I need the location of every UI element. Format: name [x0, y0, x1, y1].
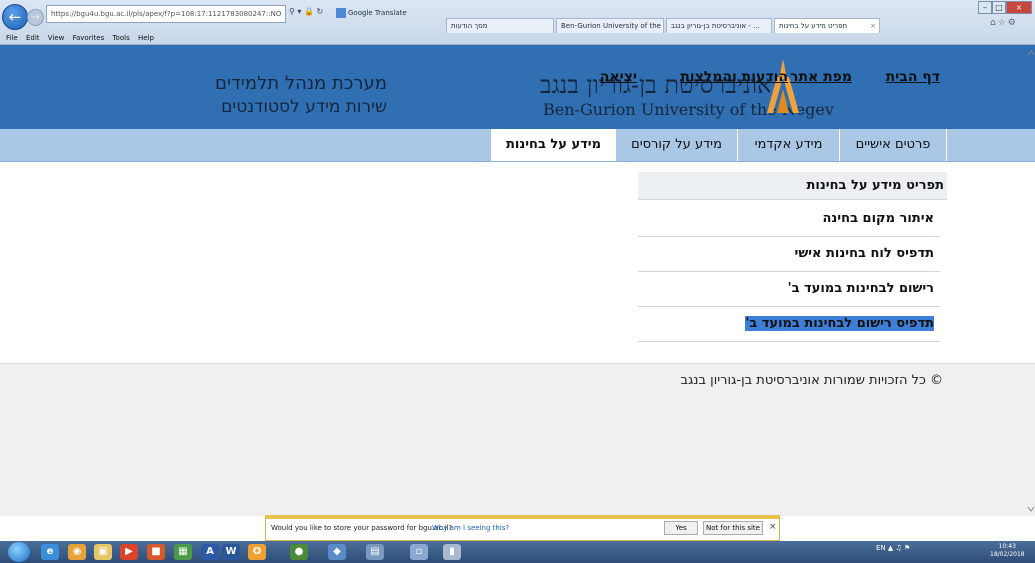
chat-app-icon[interactable]: ● — [290, 544, 308, 560]
exam-menu-title: תפריט מידע על בחינות — [806, 178, 944, 193]
volume-icon[interactable]: ♫ — [896, 544, 902, 552]
password-save-bar: Would you like to store your password fo… — [265, 515, 780, 541]
forward-arrow-icon[interactable]: → — [27, 9, 44, 26]
media-player-icon[interactable]: ▶ — [120, 544, 138, 560]
scroll-up-icon[interactable] — [1027, 50, 1035, 56]
menu-item-label: איתור מקום בחינה — [822, 211, 934, 226]
browser-tab-label: מסך הודעות — [451, 22, 488, 30]
browser-tab-messages[interactable]: מסך הודעות — [446, 18, 554, 33]
start-button-icon[interactable] — [8, 542, 30, 562]
google-translate-tab[interactable]: Google Translate — [336, 5, 416, 21]
security-icon[interactable]: ◉ — [68, 544, 86, 560]
why-seeing-this-link[interactable]: Why am I seeing this? — [432, 524, 509, 532]
copyright-text: © כל הזכויות שמורות אוניברסיטת בן-גוריון… — [680, 373, 943, 388]
home-icon[interactable]: ⌂ — [990, 18, 998, 28]
menu-bar: File Edit View Favorites Tools Help — [0, 33, 400, 44]
home-link[interactable]: דף הבית — [886, 69, 940, 85]
language-indicator[interactable]: EN — [876, 544, 886, 552]
browser-tab-exams[interactable]: תפריט מידע על בחינות × — [774, 18, 880, 33]
close-window-icon[interactable]: × — [1006, 1, 1032, 14]
system-subtitle: שירות מידע לסטודנטים — [221, 97, 387, 117]
sitemap-link[interactable]: מפת אתר — [790, 69, 852, 85]
menu-item-print-moed-b-registration[interactable]: תדפיס רישום לבחינות במועד ב' — [638, 307, 940, 342]
font-app-icon[interactable]: A — [201, 544, 219, 560]
menu-item-label: תדפיס לוח בחינות אישי — [794, 246, 934, 261]
refresh-icon[interactable]: ↻ — [316, 7, 323, 16]
menu-edit[interactable]: Edit — [26, 34, 40, 42]
dropdown-icon[interactable]: ▾ — [297, 7, 301, 16]
menu-view[interactable]: View — [48, 34, 65, 42]
close-tab-icon[interactable]: × — [870, 19, 876, 33]
browser-tab-label: תפריט מידע על בחינות — [779, 22, 848, 30]
spreadsheet-icon[interactable]: ▦ — [174, 544, 192, 560]
lock-icon: 🔒 — [303, 7, 314, 16]
system-title: מערכת מנהל תלמידים — [215, 73, 387, 94]
menu-favorites[interactable]: Favorites — [73, 34, 105, 42]
browser-toolbar-icons: ⌂☆⚙ — [990, 18, 1035, 32]
google-translate-icon — [336, 8, 346, 18]
menu-item-label: תדפיס רישום לבחינות במועד ב' — [745, 316, 934, 331]
window-preview-icon[interactable]: ▮ — [443, 544, 461, 560]
tab-personal-details[interactable]: פרטים אישיים — [839, 129, 947, 161]
address-tools[interactable]: ⚲ ▾ 🔒 ↻ — [289, 7, 335, 21]
menu-file[interactable]: File — [6, 34, 18, 42]
paint-app-icon[interactable]: ▫ — [410, 544, 428, 560]
slideshow-icon[interactable]: ■ — [147, 544, 165, 560]
network-icon[interactable]: ▲ — [888, 544, 893, 552]
browser-chrome: ← → https://bgu4u.bgu.ac.il/pls/apex/f?p… — [0, 0, 1035, 45]
page-footer: © כל הזכויות שמורות אוניברסיטת בן-גוריון… — [0, 363, 1035, 516]
menu-help[interactable]: Help — [138, 34, 154, 42]
calculator-icon[interactable]: ▤ — [366, 544, 384, 560]
save-password-no-button[interactable]: Not for this site — [703, 521, 763, 535]
minimize-icon[interactable]: – — [978, 1, 992, 14]
word-icon[interactable]: W — [222, 544, 240, 560]
back-arrow-icon[interactable]: ← — [2, 4, 28, 30]
google-translate-label: Google Translate — [348, 9, 407, 17]
browser-tab-label: אוניברסיטת בן-גוריון בנגב - ... — [671, 22, 760, 30]
network-app-icon[interactable]: ◆ — [328, 544, 346, 560]
tab-course-info[interactable]: מידע על קורסים — [615, 129, 737, 161]
menu-item-print-exam-schedule[interactable]: תדפיס לוח בחינות אישי — [638, 237, 940, 272]
search-icon[interactable]: ⚲ — [289, 7, 295, 16]
messages-link[interactable]: הודעות והמלצות — [680, 69, 788, 85]
star-icon[interactable]: ☆ — [998, 18, 1008, 28]
tab-exam-info[interactable]: מידע על בחינות — [491, 129, 615, 161]
page-scrollbar[interactable] — [1027, 45, 1035, 515]
menu-item-register-moed-b[interactable]: רישום לבחינות במועד ב' — [638, 272, 940, 307]
close-icon[interactable]: × — [769, 522, 777, 532]
outlook-icon[interactable]: O — [248, 544, 266, 560]
main-nav: פרטים אישיים מידע אקדמי מידע על קורסים מ… — [0, 129, 1035, 162]
internet-explorer-icon[interactable]: e — [41, 544, 59, 560]
clock-date: 18/02/2018 — [990, 551, 1025, 558]
maximize-icon[interactable]: □ — [992, 1, 1006, 14]
university-logo-icon — [767, 59, 799, 113]
tab-academic-info[interactable]: מידע אקדמי — [737, 129, 839, 161]
browser-tab-label: Ben-Gurion University of the N... — [561, 22, 664, 30]
address-url: https://bgu4u.bgu.ac.il/pls/apex/f?p=108… — [51, 10, 282, 18]
nav-buttons: ← → — [2, 3, 44, 31]
flag-icon[interactable]: ⚑ — [904, 544, 910, 552]
browser-tab-bgu-he[interactable]: אוניברסיטת בן-גוריון בנגב - ... — [666, 18, 772, 33]
password-save-message: Would you like to store your password fo… — [271, 524, 453, 532]
scroll-down-icon[interactable] — [1027, 506, 1035, 512]
clock-time: 10:43 — [998, 543, 1016, 550]
address-bar[interactable]: https://bgu4u.bgu.ac.il/pls/apex/f?p=108… — [46, 5, 286, 23]
save-password-yes-button[interactable]: Yes — [664, 521, 698, 535]
taskbar-clock[interactable]: 10:43 18/02/2018 — [990, 543, 1025, 559]
menu-item-label: רישום לבחינות במועד ב' — [787, 281, 934, 296]
window-controls: – □ × — [978, 1, 1034, 15]
menu-item-exam-location[interactable]: איתור מקום בחינה — [638, 202, 940, 237]
menu-tools[interactable]: Tools — [112, 34, 129, 42]
windows-taskbar: e ◉ ▣ ▶ ■ ▦ A W O ● ◆ ▤ ▫ ▮ EN ▲ ♫ ⚑ 10:… — [0, 541, 1035, 563]
browser-tab-bgu-en[interactable]: Ben-Gurion University of the N... — [556, 18, 664, 33]
gear-icon[interactable]: ⚙ — [1008, 18, 1018, 28]
site-header: מערכת מנהל תלמידים שירות מידע לסטודנטים … — [0, 45, 1035, 129]
exam-menu-header: תפריט מידע על בחינות — [638, 172, 947, 200]
folder-icon[interactable]: ▣ — [94, 544, 112, 560]
exit-link[interactable]: יציאה — [600, 69, 637, 85]
